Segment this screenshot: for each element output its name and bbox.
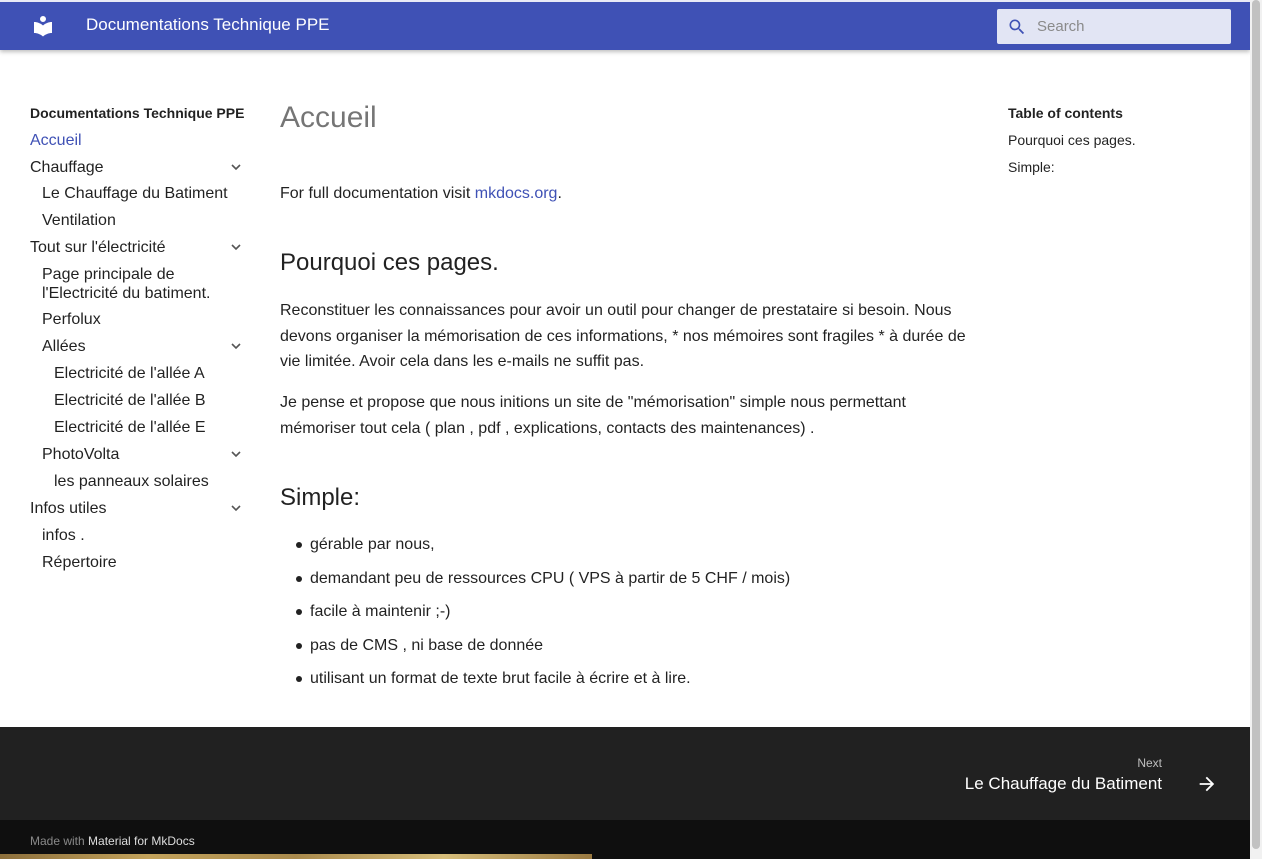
mkdocs-link[interactable]: mkdocs.org [475, 185, 558, 202]
list-item: utilisant un format de texte brut facile… [280, 668, 980, 702]
nav-item-allees[interactable]: Allées [42, 337, 242, 356]
toc-item-pourquoi[interactable]: Pourquoi ces pages. [1008, 131, 1136, 150]
features-list: gérable par nous, demandant peu de resso… [280, 534, 980, 702]
made-with: Made with Material for MkDocs [30, 834, 195, 848]
nav-item-chauffage[interactable]: Chauffage [30, 158, 242, 177]
nav-item-label: les panneaux solaires [54, 473, 209, 490]
nav-item-infos-utiles[interactable]: Infos utiles [30, 499, 242, 518]
table-of-contents: Table of contents Pourquoi ces pages. Si… [1008, 104, 1228, 175]
nav-item-ventilation[interactable]: Ventilation [42, 211, 242, 230]
paragraph-je-pense: Je pense et propose que nous initions un… [280, 394, 906, 437]
nav-item-label: Tout sur l'électricité [30, 239, 166, 256]
toc-title: Table of contents [1008, 105, 1123, 121]
material-mkdocs-link[interactable]: Material for MkDocs [88, 834, 195, 848]
nav-item-label: Page principale de l'Electricité du bati… [42, 266, 211, 302]
nav-item-label: PhotoVolta [42, 446, 120, 463]
nav-item-allee-b[interactable]: Electricité de l'allée B [54, 391, 242, 410]
nav-item-panneaux-solaires[interactable]: les panneaux solaires [54, 472, 242, 491]
nav-item-accueil[interactable]: Accueil [30, 131, 242, 150]
nav-item-electricite-principale[interactable]: Page principale de l'Electricité du bati… [42, 265, 237, 303]
intro-paragraph: For full documentation visit mkdocs.org. [280, 181, 980, 207]
nav-item-allee-e[interactable]: Electricité de l'allée E [54, 418, 242, 437]
list-item: gérable par nous, [280, 534, 980, 568]
nav-item-electricite[interactable]: Tout sur l'électricité [30, 238, 242, 257]
footer-nav: Next Le Chauffage du Batiment [0, 727, 1250, 820]
header-top-line [0, 0, 1250, 2]
top-header: Documentations Technique PPE [0, 0, 1250, 50]
nav-item-label: Allées [42, 338, 86, 355]
nav-title: Documentations Technique PPE [30, 105, 245, 121]
intro-suffix: . [557, 185, 562, 202]
made-with-text: Made with [30, 834, 89, 848]
chevron-down-icon[interactable] [230, 502, 242, 514]
nav-item-label: Electricité de l'allée E [54, 419, 206, 436]
arrow-right-icon[interactable] [1196, 773, 1218, 795]
list-item: demandant peu de ressources CPU ( VPS à … [280, 568, 980, 602]
nav-item-label: Chauffage [30, 159, 104, 176]
next-label: Next [1137, 756, 1162, 770]
nav-item-infos[interactable]: infos . [42, 526, 242, 545]
book-icon[interactable] [31, 14, 55, 38]
search-input[interactable] [1037, 9, 1227, 44]
nav-item-label: Ventilation [42, 212, 116, 229]
nav-item-repertoire[interactable]: Répertoire [42, 553, 242, 572]
section-heading-pourquoi: Pourquoi ces pages. [280, 249, 499, 276]
list-item: pas de CMS , ni base de donnée [280, 635, 980, 669]
nav-item-label: Répertoire [42, 554, 117, 571]
intro-text: For full documentation visit [280, 185, 475, 202]
list-item: facile à maintenir ;-) [280, 601, 980, 635]
chevron-down-icon[interactable] [230, 340, 242, 352]
page-title: Accueil [280, 101, 377, 134]
nav-item-label: Le Chauffage du Batiment [42, 185, 228, 202]
scrollbar-thumb[interactable] [1252, 0, 1260, 849]
decorative-image-strip [0, 854, 592, 859]
nav-item-label: Electricité de l'allée A [54, 365, 205, 382]
search-box[interactable] [997, 9, 1231, 44]
section-heading-simple: Simple: [280, 484, 361, 511]
nav-item-chauffage-batiment[interactable]: Le Chauffage du Batiment [42, 184, 242, 203]
chevron-down-icon[interactable] [230, 448, 242, 460]
nav-item-label: Infos utiles [30, 500, 107, 517]
chevron-down-icon[interactable] [230, 161, 242, 173]
paragraph-reconstituer: Reconstituer les connaissances pour avoi… [280, 302, 966, 371]
nav-item-label: Electricité de l'allée B [54, 392, 206, 409]
nav-item-perfolux[interactable]: Perfolux [42, 310, 242, 329]
chevron-down-icon[interactable] [230, 241, 242, 253]
next-page-link[interactable]: Le Chauffage du Batiment [965, 774, 1162, 794]
nav-item-photovolta[interactable]: PhotoVolta [42, 445, 242, 464]
search-icon [1009, 19, 1025, 35]
site-title[interactable]: Documentations Technique PPE [86, 15, 330, 35]
nav-item-label: Perfolux [42, 311, 101, 328]
scrollbar[interactable] [1250, 0, 1262, 859]
nav-item-label: Accueil [30, 132, 82, 149]
primary-nav: Documentations Technique PPE [30, 104, 245, 123]
nav-item-allee-a[interactable]: Electricité de l'allée A [54, 364, 242, 383]
nav-item-label: infos . [42, 527, 85, 544]
toc-item-simple[interactable]: Simple: [1008, 158, 1055, 177]
